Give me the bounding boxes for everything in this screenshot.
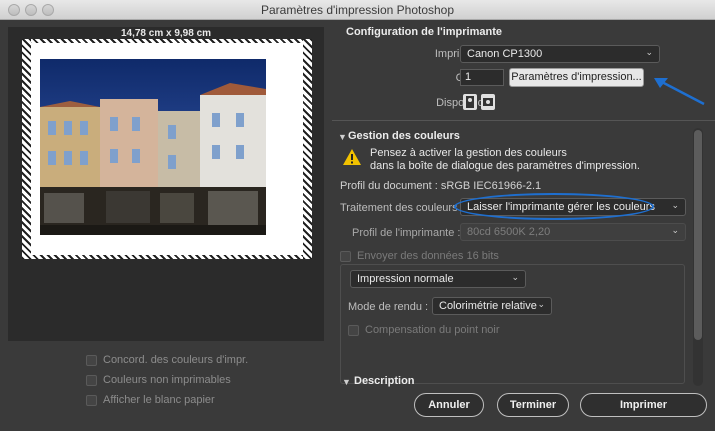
settings-panel: Configuration de l'imprimante Imprimante… [332,20,715,388]
landscape-layout-button[interactable] [481,94,495,110]
cancel-button[interactable]: Annuler [414,393,484,417]
portrait-icon [466,96,474,108]
chevron-down-icon: ⌄ [671,200,679,210]
warning-text-line2: dans la boîte de dialogue des paramètres… [370,160,640,172]
title-bar: Paramètres d'impression Photoshop [0,0,715,20]
print-mode-select[interactable]: Impression normale ⌄ [350,270,526,288]
paper-margin-bottom [22,255,312,259]
match-print-colors-checkbox[interactable] [86,354,97,366]
annotation-arrow-icon [654,78,705,106]
gamut-warning-checkbox[interactable] [86,374,97,386]
print-button[interactable]: Imprimer [580,393,707,417]
warning-icon [343,149,361,165]
rendering-intent-label: Mode de rendu : [348,301,429,313]
print-preview: 14,78 cm x 9,98 cm [8,27,324,341]
window-title: Paramètres d'impression Photoshop [260,3,455,17]
chevron-down-icon: ⌄ [537,299,545,309]
printer-profile-label: Profil de l'imprimante : [352,227,461,239]
chevron-down-icon: ⌄ [645,47,653,57]
printer-setup-heading: Configuration de l'imprimante [346,26,503,38]
description-heading: Description [354,375,415,387]
preview-options: Concord. des couleurs d'impr. Couleurs n… [86,350,248,410]
chevron-down-icon: ⌄ [671,225,679,235]
paper-margin-top [22,39,312,43]
collapse-description-chevron-icon[interactable]: ▼ [342,377,351,387]
rendering-intent-select[interactable]: Colorimétrie relative ⌄ [432,297,552,315]
black-point-option[interactable]: Compensation du point noir [348,320,500,340]
paper-margin-right [303,39,312,259]
send-16bit-option[interactable]: Envoyer des données 16 bits [340,246,499,266]
print-settings-button[interactable]: Paramètres d'impression... [509,68,644,87]
show-paper-white-checkbox[interactable] [86,394,97,406]
match-print-colors-option[interactable]: Concord. des couleurs d'impr. [86,350,248,370]
warning-text-line1: Pensez à activer la gestion des couleurs [370,147,567,159]
color-handling-label: Traitement des couleurs : [340,202,464,214]
landscape-icon [483,98,493,106]
paper-margin-left [22,39,31,259]
scrollbar-thumb[interactable] [694,130,702,340]
gamut-warning-option[interactable]: Couleurs non imprimables [86,370,248,390]
portrait-layout-button[interactable] [463,94,477,110]
annotation-ellipse [454,193,654,220]
printer-select[interactable]: Canon CP1300 ⌄ [460,45,660,63]
done-button[interactable]: Terminer [497,393,569,417]
paper-dimensions: 14,78 cm x 9,98 cm [120,28,212,39]
building-photo-illustration [40,59,266,235]
collapse-color-mgmt-chevron-icon[interactable]: ▼ [338,132,347,142]
copies-input[interactable]: 1 [460,69,504,86]
printer-profile-select[interactable]: 80cd 6500K 2,20 ⌄ [460,223,686,241]
section-divider [332,120,715,121]
document-profile: Profil du document : sRGB IEC61966-2.1 [340,180,542,192]
color-management-heading: Gestion des couleurs [348,130,460,142]
preview-photo[interactable] [40,59,266,235]
show-paper-white-option[interactable]: Afficher le blanc papier [86,390,248,410]
settings-scrollbar[interactable] [693,128,703,386]
black-point-checkbox[interactable] [348,324,359,336]
chevron-down-icon: ⌄ [511,272,519,282]
photo-signature [284,79,294,229]
paper-sheet[interactable] [22,39,312,259]
send-16bit-checkbox[interactable] [340,250,351,262]
